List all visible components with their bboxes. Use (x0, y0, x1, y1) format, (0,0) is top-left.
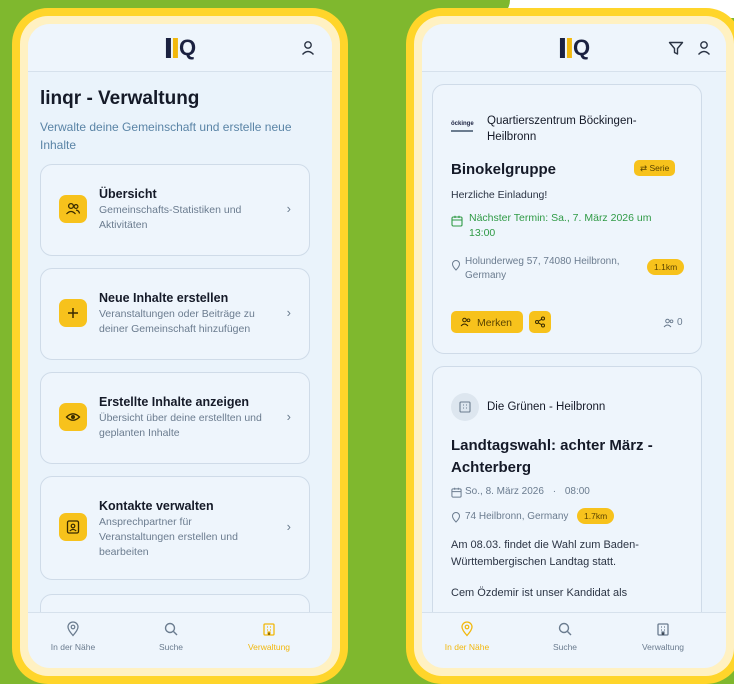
nav-nearby[interactable]: In der Nähe (422, 621, 512, 652)
nav-label: Suche (158, 642, 184, 652)
menu-description: Veranstaltungen oder Beiträge zu deiner … (99, 308, 255, 335)
series-badge: ⇄ Serie (634, 160, 676, 176)
menu-description: Übersicht über deine erstellten und gepl… (99, 412, 262, 439)
menu-card-partial[interactable] (40, 594, 310, 612)
bookmark-button[interactable]: Merken (451, 311, 523, 333)
search-icon (558, 622, 572, 636)
nav-administration[interactable]: Verwaltung (618, 621, 708, 652)
event-description-continued: Cem Özdemir ist unser Kandidat als (451, 587, 628, 599)
filter-icon[interactable] (666, 38, 686, 58)
event-tagline: Herzliche Einladung! (451, 189, 548, 201)
chevron-right-icon: › (286, 305, 291, 320)
nav-label: In der Nähe (50, 642, 96, 652)
menu-card-create-content[interactable]: Neue Inhalte erstellen Veranstaltungen o… (40, 268, 310, 360)
event-card-binokelgruppe[interactable]: öckinge Quartierszentrum Böckingen-Heilb… (432, 84, 702, 354)
top-bar: Q (28, 24, 332, 72)
distance-badge: 1.1km (647, 259, 685, 275)
eye-icon (59, 403, 87, 431)
next-date: Nächster Termin: Sa., 7. März 2026 um 13… (469, 212, 652, 239)
search-icon (164, 622, 178, 636)
nav-label: Verwaltung (641, 642, 685, 652)
separator: · (552, 486, 557, 497)
chevron-right-icon: › (286, 409, 291, 424)
nav-administration[interactable]: Verwaltung (224, 621, 314, 652)
organization-avatar (451, 393, 479, 421)
event-card-landtagswahl[interactable]: Die Grünen - Heilbronn Landtagswahl: ach… (432, 366, 702, 612)
building-icon (459, 401, 471, 413)
organization-name[interactable]: Quartierszentrum Böckingen-Heilbronn (487, 113, 677, 145)
nav-label: Suche (552, 642, 578, 652)
linqr-logo[interactable]: Q (165, 35, 196, 61)
share-icon (535, 316, 545, 328)
attendees-icon (663, 318, 674, 328)
page-title: linqr - Verwaltung (40, 88, 200, 109)
bookmark-label: Merken (477, 317, 513, 329)
event-title[interactable]: Binokelgruppe (451, 161, 556, 178)
building-icon (263, 623, 275, 636)
calendar-icon (451, 487, 462, 498)
feed-screen: Q öckinge Quartierszentrum Böckingen-Hei… (422, 24, 726, 668)
distance-badge: 1.7km (577, 508, 615, 524)
location-pin-icon (67, 621, 79, 637)
users-icon (460, 317, 471, 327)
menu-description: Ansprechpartner für Veranstaltungen erst… (99, 516, 238, 558)
menu-title: Neue Inhalte erstellen (99, 291, 229, 305)
user-profile-icon[interactable] (298, 38, 318, 58)
top-bar: Q (422, 24, 726, 72)
location-pin-icon (461, 621, 473, 637)
event-address: Holunderweg 57, 74080 Heilbronn, Germany (465, 256, 620, 281)
menu-card-view-content[interactable]: Erstellte Inhalte anzeigen Übersicht übe… (40, 372, 310, 464)
menu-card-contacts[interactable]: Kontakte verwalten Ansprechpartner für V… (40, 476, 310, 580)
feed-content: öckinge Quartierszentrum Böckingen-Heilb… (422, 72, 726, 612)
organization-logo: öckinge (451, 121, 479, 143)
menu-description: Gemeinschafts-Statistiken und Aktivitäte… (99, 204, 242, 231)
event-time: 08:00 (564, 486, 590, 497)
nav-label: In der Nähe (444, 642, 490, 652)
contact-card-icon (59, 513, 87, 541)
left-phone-frame: Q linqr - Verwaltung Verwalte deine Geme… (12, 8, 348, 684)
nav-label: Verwaltung (247, 642, 291, 652)
admin-content: linqr - Verwaltung Verwalte deine Gemein… (28, 72, 332, 612)
linqr-logo[interactable]: Q (559, 35, 590, 61)
event-date: So., 8. März 2026 (465, 486, 544, 497)
event-address: 74 Heilbronn, Germany (465, 511, 569, 522)
location-pin-icon (451, 512, 461, 523)
attendee-count: 0 (677, 317, 683, 328)
chevron-right-icon: › (286, 519, 291, 534)
nav-search[interactable]: Suche (520, 621, 610, 652)
event-datetime: So., 8. März 2026 · 08:00 (465, 485, 665, 499)
bottom-navigation: In der Nähe Suche Verwaltung (422, 612, 726, 668)
plus-icon (59, 299, 87, 327)
organization-name[interactable]: Die Grünen - Heilbronn (487, 399, 677, 415)
admin-screen: Q linqr - Verwaltung Verwalte deine Geme… (28, 24, 332, 668)
users-icon (59, 195, 87, 223)
right-phone-frame: Q öckinge Quartierszentrum Böckingen-Hei… (406, 8, 734, 684)
chevron-right-icon: › (286, 201, 291, 216)
menu-card-overview[interactable]: Übersicht Gemeinschafts-Statistiken und … (40, 164, 310, 256)
user-profile-icon[interactable] (694, 38, 714, 58)
nav-search[interactable]: Suche (126, 621, 216, 652)
nav-nearby[interactable]: In der Nähe (28, 621, 118, 652)
building-icon (657, 623, 669, 636)
location-pin-icon (451, 260, 461, 271)
event-description: Am 08.03. findet die Wahl zum Baden-Würt… (451, 539, 639, 568)
menu-title: Übersicht (99, 187, 157, 201)
menu-title: Erstellte Inhalte anzeigen (99, 395, 250, 409)
bottom-navigation: In der Nähe Suche Verwaltung (28, 612, 332, 668)
share-button[interactable] (529, 311, 551, 333)
event-title[interactable]: Landtagswahl: achter März - Achterberg (451, 435, 691, 479)
page-subtitle: Verwalte deine Gemeinschaft und erstelle… (40, 120, 292, 152)
calendar-icon (451, 215, 463, 227)
menu-title: Kontakte verwalten (99, 499, 214, 513)
